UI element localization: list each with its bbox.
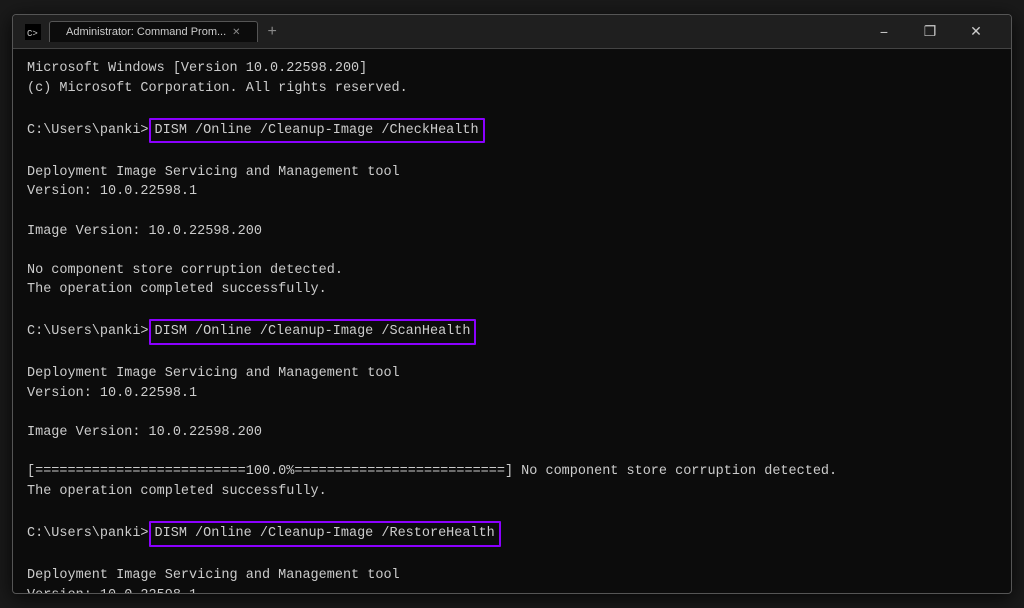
maximize-button[interactable]: ❐: [907, 17, 953, 47]
prompt-command: DISM /Online /Cleanup-Image /ScanHealth: [149, 319, 477, 345]
console-text-line: Microsoft Windows [Version 10.0.22598.20…: [27, 59, 997, 79]
console-text-line: Version: 10.0.22598.1: [27, 384, 997, 404]
console-text-line: [==========================100.0%=======…: [27, 462, 997, 482]
console-empty-line: [27, 98, 997, 118]
prompt-prefix: C:\Users\panki>: [27, 524, 149, 544]
cmd-window: C> Administrator: Command Prom... ✕ + − …: [12, 14, 1012, 594]
minimize-button[interactable]: −: [861, 17, 907, 47]
prompt-prefix: C:\Users\panki>: [27, 121, 149, 141]
title-bar: C> Administrator: Command Prom... ✕ + − …: [13, 15, 1011, 49]
console-text-line: The operation completed successfully.: [27, 482, 997, 502]
svg-text:C>: C>: [27, 29, 38, 39]
console-empty-line: [27, 443, 997, 463]
console-text-line: Deployment Image Servicing and Managemen…: [27, 163, 997, 183]
console-empty-line: [27, 345, 997, 365]
prompt-command: DISM /Online /Cleanup-Image /RestoreHeal…: [149, 521, 501, 547]
console-text-line: Image Version: 10.0.22598.200: [27, 423, 997, 443]
tab-close-icon[interactable]: ✕: [232, 27, 240, 38]
console-text-line: Deployment Image Servicing and Managemen…: [27, 566, 997, 586]
console-text-line: Image Version: 10.0.22598.200: [27, 222, 997, 242]
window-controls: − ❐ ✕: [861, 17, 999, 47]
console-text-line: Deployment Image Servicing and Managemen…: [27, 364, 997, 384]
console-text-line: Version: 10.0.22598.1: [27, 586, 997, 593]
console-prompt-line: C:\Users\panki>DISM /Online /Cleanup-Ima…: [27, 319, 997, 345]
console-empty-line: [27, 143, 997, 163]
close-button[interactable]: ✕: [953, 17, 999, 47]
console-empty-line: [27, 501, 997, 521]
console-empty-line: [27, 300, 997, 320]
tab-label: Administrator: Command Prom...: [66, 26, 226, 38]
console-text-line: (c) Microsoft Corporation. All rights re…: [27, 79, 997, 99]
prompt-command: DISM /Online /Cleanup-Image /CheckHealth: [149, 118, 485, 144]
console-empty-line: [27, 404, 997, 424]
prompt-prefix: C:\Users\panki>: [27, 322, 149, 342]
console-text-line: Version: 10.0.22598.1: [27, 182, 997, 202]
console-empty-line: [27, 202, 997, 222]
console-text-line: The operation completed successfully.: [27, 280, 997, 300]
console-output[interactable]: Microsoft Windows [Version 10.0.22598.20…: [13, 49, 1011, 593]
console-prompt-line: C:\Users\panki>DISM /Online /Cleanup-Ima…: [27, 521, 997, 547]
new-tab-button[interactable]: +: [260, 21, 285, 43]
console-prompt-line: C:\Users\panki>DISM /Online /Cleanup-Ima…: [27, 118, 997, 144]
tab-cmd[interactable]: Administrator: Command Prom... ✕: [49, 21, 258, 42]
console-empty-line: [27, 547, 997, 567]
console-text-line: No component store corruption detected.: [27, 261, 997, 281]
title-bar-left: C> Administrator: Command Prom... ✕ +: [25, 21, 853, 43]
console-empty-line: [27, 241, 997, 261]
tab-bar: Administrator: Command Prom... ✕ +: [49, 21, 285, 43]
cmd-icon: C>: [25, 24, 41, 40]
